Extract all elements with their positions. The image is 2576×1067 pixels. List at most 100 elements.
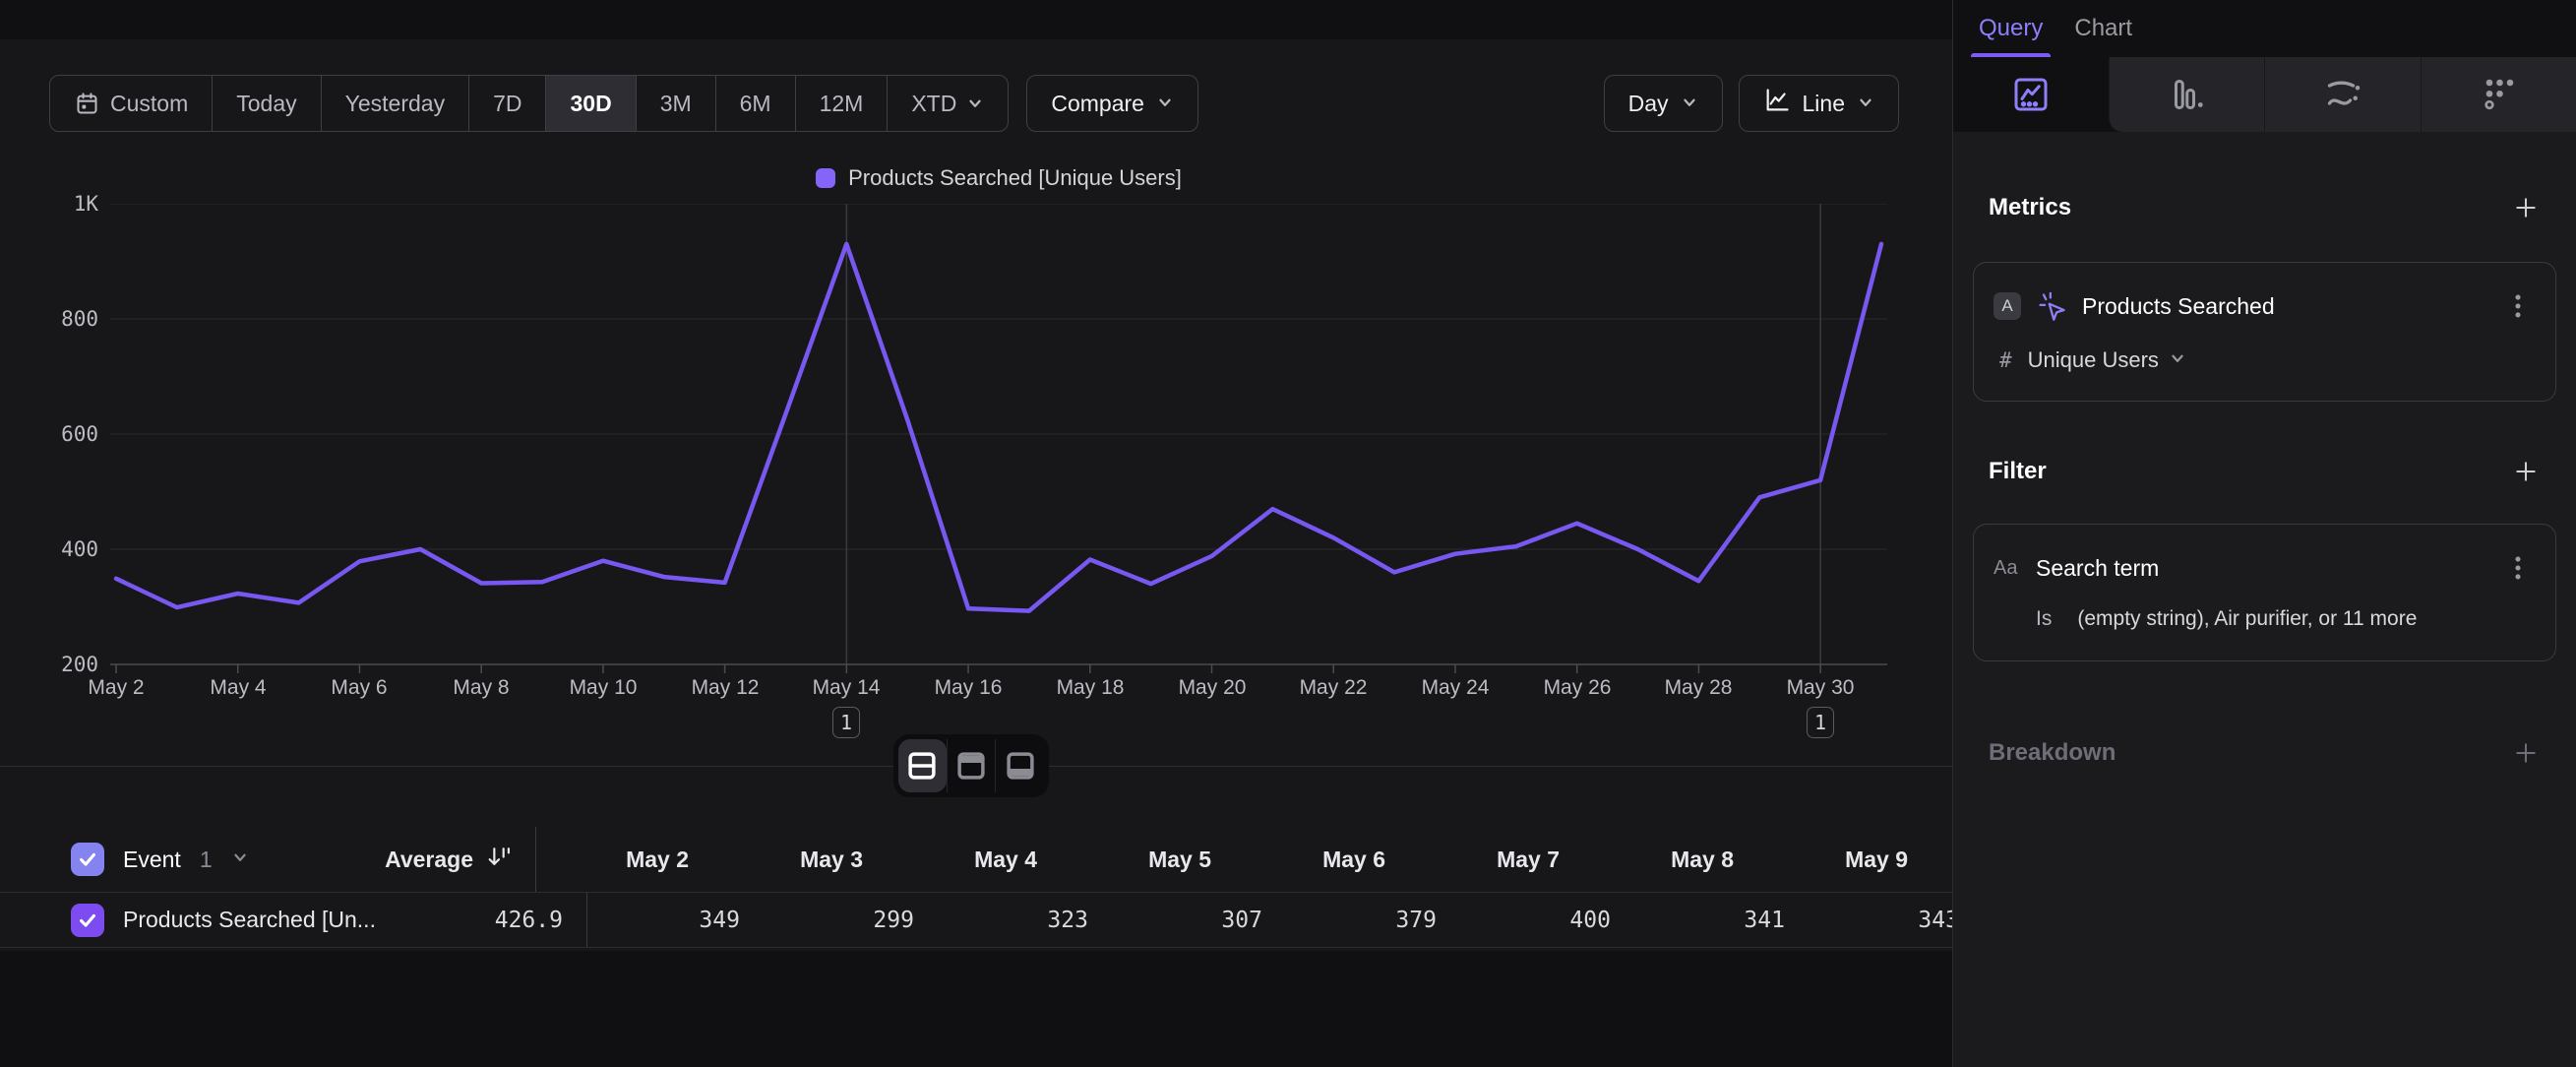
breakdown-title: Breakdown [1989, 739, 2116, 767]
analytics-app: { "toolbar": { "ranges": [ {"label":"Cus… [0, 0, 2576, 1067]
report-tab-retention[interactable] [2421, 57, 2576, 132]
compare-label: Compare [1051, 91, 1144, 117]
retention-icon [2478, 74, 2519, 115]
filter-condition-row: Is (empty string), Air purifier, or 11 m… [1993, 607, 2536, 631]
average-label: Average [385, 847, 473, 873]
range-xtd-button[interactable]: XTD [888, 76, 1008, 131]
flows-icon [2322, 74, 2363, 115]
date-column-header[interactable]: May 9 [1734, 847, 1908, 873]
range-today-button[interactable]: Today [213, 76, 321, 131]
metric-menu-button[interactable] [2502, 288, 2534, 324]
range-custom-button[interactable]: Custom [50, 76, 213, 131]
data-series-line[interactable] [116, 244, 1881, 611]
add-metric-button[interactable] [2511, 193, 2541, 222]
range-label: 3M [660, 91, 692, 117]
chart-type-button[interactable]: Line [1739, 75, 1899, 132]
chevron-down-icon [1857, 94, 1874, 111]
date-header-cells: May 2May 3May 4May 5May 6May 7May 8May 9 [536, 847, 1908, 873]
layout-split-view-button[interactable] [898, 739, 947, 792]
line-chart-svg[interactable] [110, 204, 1887, 678]
funnel-icon [2166, 74, 2207, 115]
x-tick-label: May 26 [1508, 676, 1646, 700]
average-value: 426.9 [495, 908, 563, 933]
range-label: XTD [911, 91, 956, 117]
x-tick-label: May 22 [1264, 676, 1402, 700]
row-checkbox[interactable] [71, 904, 104, 937]
chevron-down-icon [2169, 347, 2186, 373]
add-filter-button[interactable] [2511, 457, 2541, 486]
kebab-menu-icon [2506, 292, 2530, 320]
filter-operator[interactable]: Is [2036, 607, 2052, 631]
average-header-cell[interactable]: Average [325, 844, 512, 875]
plus-icon [2513, 459, 2539, 484]
range-12m-button[interactable]: 12M [796, 76, 889, 131]
filter-card[interactable]: Aa Search term Is (empty string), Air pu… [1973, 524, 2556, 661]
range-label: 7D [493, 91, 521, 117]
range-6m-button[interactable]: 6M [716, 76, 796, 131]
toolbar-right-group: Day Line [1604, 75, 1899, 132]
range-30d-button[interactable]: 30D [546, 76, 636, 131]
sidebar-tab-chart[interactable]: Chart [2062, 0, 2144, 57]
add-breakdown-button[interactable] [2511, 738, 2541, 768]
date-column-header[interactable]: May 8 [1560, 847, 1734, 873]
date-column-header[interactable]: May 6 [1211, 847, 1385, 873]
range-7d-button[interactable]: 7D [469, 76, 546, 131]
string-property-icon: Aa [1993, 557, 2021, 580]
chart-legend[interactable]: Products Searched [Unique Users] [110, 162, 1887, 194]
x-tick-label: May 30 [1751, 676, 1889, 700]
granularity-label: Day [1628, 91, 1669, 117]
date-column-header[interactable]: May 4 [863, 847, 1037, 873]
granularity-button[interactable]: Day [1604, 75, 1723, 132]
event-sparkle-icon [2036, 290, 2067, 322]
select-all-checkbox[interactable] [71, 843, 104, 876]
filter-property-name[interactable]: Search term [2036, 555, 2487, 582]
date-column-header[interactable]: May 3 [689, 847, 863, 873]
range-3m-button[interactable]: 3M [637, 76, 716, 131]
annotation-badge[interactable]: 1 [1807, 707, 1834, 738]
count-icon: # [1999, 348, 2012, 372]
chevron-down-icon [231, 848, 249, 866]
x-tick-label: May 14 [777, 676, 915, 700]
compare-button[interactable]: Compare [1026, 75, 1198, 132]
report-tab-funnel[interactable] [2109, 57, 2265, 132]
annotation-badge[interactable]: 1 [832, 707, 860, 738]
chevron-down-icon [1857, 91, 1874, 117]
chart-toolbar: CustomToday Yesterday 7D 30D 3M 6M 12M XTD Comp… [49, 75, 1899, 132]
report-tab-flows[interactable] [2264, 57, 2421, 132]
date-column-header[interactable]: May 7 [1385, 847, 1560, 873]
metric-event-name[interactable]: Products Searched [2082, 293, 2487, 320]
filter-title: Filter [1989, 458, 2047, 485]
range-yesterday-button[interactable]: Yesterday [322, 76, 469, 131]
measure-selector[interactable]: Unique Users [2028, 347, 2186, 373]
filter-menu-button[interactable] [2502, 550, 2534, 586]
y-tick-label: 800 [0, 307, 98, 331]
x-tick-label: May 8 [412, 676, 550, 700]
line-chart[interactable] [110, 204, 1887, 678]
series-letter-badge: A [1993, 292, 2021, 320]
sidebar-tab-query[interactable]: Query [1967, 0, 2055, 57]
y-axis-labels: 1K800600400200 [0, 204, 98, 666]
chart-top-icon [952, 747, 990, 785]
range-label: Yesterday [345, 91, 445, 117]
range-label: 30D [570, 91, 611, 117]
metric-card[interactable]: A Products Searched # Unique Users [1973, 262, 2556, 402]
filter-value[interactable]: (empty string), Air purifier, or 11 more [2077, 607, 2417, 631]
cell-value: 343 [1785, 908, 1959, 933]
date-column-header[interactable]: May 2 [536, 847, 689, 873]
line-chart-icon [1763, 87, 1791, 120]
x-tick-label: May 6 [290, 676, 428, 700]
layout-chart-only-button[interactable] [947, 739, 996, 792]
chevron-down-icon [231, 848, 249, 871]
date-range-control: CustomToday Yesterday 7D 30D 3M 6M 12M XTD [49, 75, 1009, 132]
split-view-icon [903, 747, 941, 785]
date-column-header[interactable]: May 5 [1037, 847, 1211, 873]
range-label: 12M [820, 91, 864, 117]
chevron-down-icon [2169, 349, 2186, 367]
report-tab-insights[interactable] [1953, 57, 2109, 132]
layout-table-only-button[interactable] [995, 739, 1044, 792]
y-tick-label: 600 [0, 422, 98, 446]
table-row[interactable]: Products Searched [Un... 426.9 349299323… [0, 892, 1952, 948]
query-sidebar: QueryChart Metrics A Products Searched #… [1952, 0, 2576, 1067]
legend-swatch [816, 168, 835, 188]
y-tick-label: 400 [0, 537, 98, 561]
